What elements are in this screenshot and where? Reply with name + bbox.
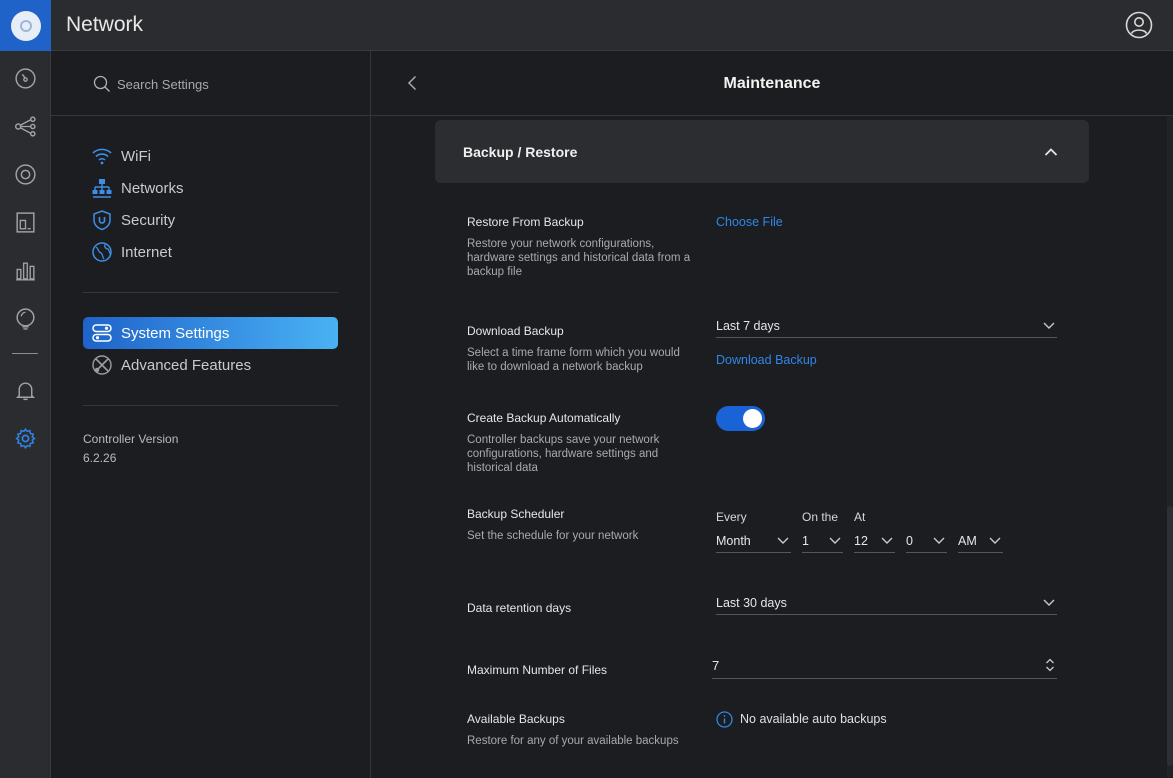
page-title: Maintenance: [723, 75, 821, 92]
select-value: 12: [854, 533, 868, 548]
chevron-down-icon: [1043, 322, 1055, 329]
chevron-up-icon[interactable]: [1043, 144, 1059, 160]
section-title: Backup / Restore: [463, 144, 578, 160]
retention-title: Data retention days: [467, 601, 572, 615]
sidebar-item-security[interactable]: Security: [83, 204, 338, 236]
chevron-down-icon: [777, 537, 789, 544]
chevron-down-icon: [1043, 599, 1055, 606]
max-files-input[interactable]: 7: [712, 652, 1057, 679]
available-backups-description: Restore for any of your available backup…: [467, 735, 679, 747]
restore-title: Restore From Backup: [467, 215, 584, 229]
every-select[interactable]: Month: [716, 529, 791, 553]
clients-icon[interactable]: [13, 210, 38, 235]
networks-icon: [91, 177, 113, 199]
sidebar-item-label: WiFi: [121, 147, 151, 165]
day-select[interactable]: 1: [802, 529, 843, 553]
logo-icon: [10, 10, 41, 41]
main-content: Maintenance Backup / Restore Restore Fro…: [371, 51, 1173, 778]
chevron-down-icon: [933, 537, 945, 544]
advanced-features-icon: [91, 354, 113, 376]
choose-file-link[interactable]: Choose File: [716, 215, 783, 229]
settings-icon[interactable]: [13, 426, 38, 451]
main-header: Maintenance: [371, 51, 1173, 116]
wifi-icon: [91, 145, 113, 167]
statistics-icon[interactable]: [13, 258, 38, 283]
scrollbar-thumb[interactable]: [1167, 506, 1173, 766]
search-input[interactable]: [117, 73, 337, 95]
hour-select[interactable]: 12: [854, 529, 895, 553]
globe-icon: [91, 241, 113, 263]
select-value: Last 7 days: [716, 318, 780, 333]
sidebar-item-label: Advanced Features: [121, 356, 252, 374]
stepper-icon[interactable]: [1045, 657, 1055, 673]
select-value: AM: [958, 533, 977, 548]
select-value: Month: [716, 533, 751, 548]
auto-backup-title: Create Backup Automatically: [467, 411, 621, 425]
chevron-down-icon: [989, 537, 1001, 544]
ampm-select[interactable]: AM: [958, 529, 1003, 553]
chevron-down-icon: [829, 537, 841, 544]
toggle-knob: [743, 409, 762, 428]
controller-version-label: Controller Version: [83, 432, 179, 446]
search-icon: [93, 75, 110, 92]
backup-restore-section-header[interactable]: Backup / Restore: [435, 120, 1089, 183]
sidebar-item-advanced-features[interactable]: Advanced Features: [83, 349, 338, 381]
unifi-logo[interactable]: [0, 0, 51, 51]
chevron-down-icon: [881, 537, 893, 544]
download-timeframe-select[interactable]: Last 7 days: [716, 314, 1057, 338]
top-bar: Network: [0, 0, 1173, 51]
select-value: 1: [802, 533, 809, 548]
search-bar: [51, 51, 371, 116]
notifications-icon[interactable]: [13, 378, 38, 403]
app-title: Network: [66, 13, 144, 36]
scheduler-title: Backup Scheduler: [467, 507, 565, 521]
scrollbar-track[interactable]: [1167, 116, 1173, 778]
app-window: Network Search Settings WiFi Networks Se…: [0, 0, 1173, 778]
no-backups-status: No available auto backups: [740, 712, 887, 726]
left-rail: [0, 51, 51, 778]
sidebar-item-system-settings[interactable]: System Settings: [83, 317, 338, 349]
shield-icon: [91, 209, 113, 231]
sidebar-item-label: Networks: [121, 179, 184, 197]
sidebar-item-internet[interactable]: Internet: [83, 236, 338, 268]
system-settings-icon: [91, 322, 113, 344]
input-value: 7: [712, 658, 720, 673]
rail-divider: [12, 353, 38, 354]
download-backup-link[interactable]: Download Backup: [716, 353, 817, 367]
sidebar-item-networks[interactable]: Networks: [83, 172, 338, 204]
user-avatar-icon[interactable]: [1125, 11, 1153, 39]
insights-icon[interactable]: [13, 306, 38, 331]
topology-icon[interactable]: [13, 114, 38, 139]
retention-select[interactable]: Last 30 days: [716, 591, 1057, 615]
available-backups-title: Available Backups: [467, 712, 565, 726]
every-label: Every: [716, 510, 747, 524]
info-icon: [716, 711, 733, 728]
sidebar-divider: [83, 292, 338, 293]
minute-select[interactable]: 0: [906, 529, 947, 553]
dashboard-icon[interactable]: [13, 66, 38, 91]
select-value: 0: [906, 533, 913, 548]
max-files-title: Maximum Number of Files: [467, 663, 608, 677]
sidebar-item-label: System Settings: [121, 324, 230, 342]
auto-backup-description: Controller backups save your network con…: [467, 434, 660, 474]
scheduler-description: Set the schedule for your network: [467, 530, 639, 542]
sidebar-item-label: Internet: [121, 243, 172, 261]
download-description: Select a time frame form which you would…: [467, 347, 680, 373]
controller-version-value: 6.2.26: [83, 451, 117, 465]
sidebar-item-label: Security: [121, 211, 176, 229]
settings-sidebar: WiFi Networks Se: [51, 51, 371, 778]
sidebar-item-wifi[interactable]: WiFi: [83, 140, 338, 172]
at-label: At: [854, 510, 866, 524]
download-title: Download Backup: [467, 324, 564, 338]
select-value: Last 30 days: [716, 595, 787, 610]
auto-backup-toggle[interactable]: [716, 406, 765, 431]
on-the-label: On the: [802, 510, 839, 524]
devices-icon[interactable]: [13, 162, 38, 187]
restore-description: Restore your network configurations, har…: [467, 238, 691, 278]
sidebar-divider: [83, 405, 338, 406]
